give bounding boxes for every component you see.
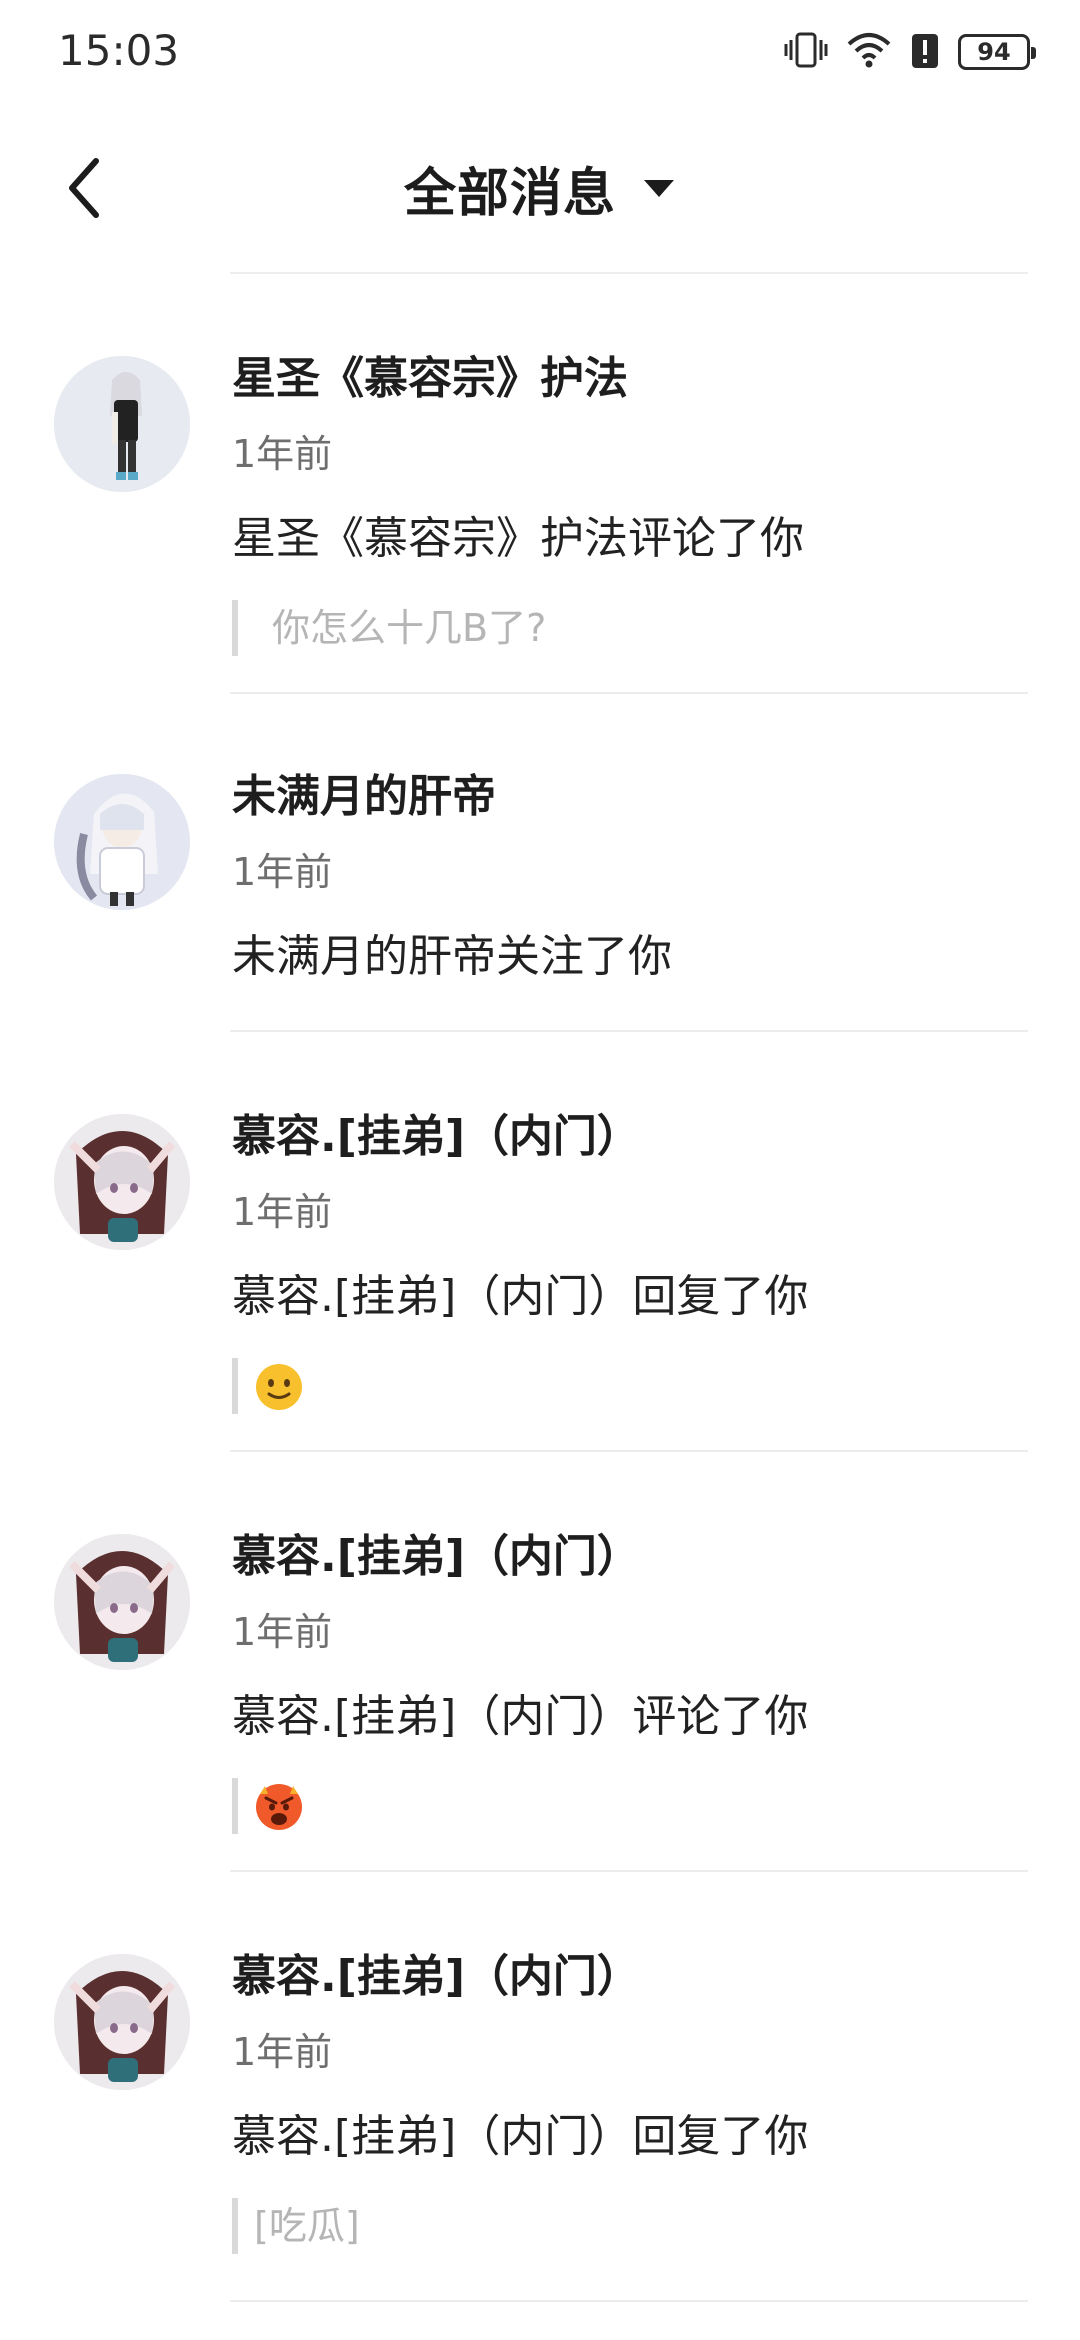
angry-face-emoji xyxy=(256,1783,302,1830)
message-item[interactable]: 未满月的肝帝 1年前 未满月的肝帝关注了你 xyxy=(0,694,1080,1032)
quoted-comment[interactable] xyxy=(232,1358,1028,1414)
message-time: 1年前 xyxy=(232,432,333,476)
page: 15:03 94 全部消息 星圣《慕容宗》护法 1年前 星圣《慕容宗》护法评论了… xyxy=(0,0,1080,2340)
quoted-comment[interactable]: 你怎么十几B了? xyxy=(232,600,1028,656)
battery-level: 94 xyxy=(977,38,1011,66)
battery-icon: 94 xyxy=(958,34,1036,70)
avatar[interactable] xyxy=(54,1954,190,2090)
divider xyxy=(230,2300,1028,2302)
avatar[interactable] xyxy=(54,774,190,910)
status-bar: 15:03 94 xyxy=(0,0,1080,104)
message-action: 慕容.[挂弟]（内门）评论了你 xyxy=(232,1691,809,1742)
message-time: 1年前 xyxy=(232,850,333,894)
message-item[interactable]: 慕容.[挂弟]（内门） 1年前 慕容.[挂弟]（内门）回复了你 [吃瓜] xyxy=(0,1872,1080,2302)
sender-name[interactable]: 慕容.[挂弟]（内门） xyxy=(232,1526,1028,1588)
status-time: 15:03 xyxy=(58,26,180,75)
sender-name[interactable]: 星圣《慕容宗》护法 xyxy=(232,348,1028,410)
message-time: 1年前 xyxy=(232,1190,333,1234)
sender-name[interactable]: 慕容.[挂弟]（内门） xyxy=(232,1946,1028,2008)
message-content: 慕容.[挂弟]（内门） 1年前 慕容.[挂弟]（内门）评论了你 xyxy=(232,1526,1028,1834)
caret-down-icon xyxy=(644,180,674,197)
message-content: 慕容.[挂弟]（内门） 1年前 慕容.[挂弟]（内门）回复了你 [吃瓜] xyxy=(232,1946,1028,2254)
header: 全部消息 xyxy=(0,112,1080,262)
sender-name[interactable]: 未满月的肝帝 xyxy=(232,766,1028,828)
page-title: 全部消息 xyxy=(403,163,616,224)
message-filter-dropdown[interactable]: 全部消息 xyxy=(0,152,1080,224)
message-action: 星圣《慕容宗》护法评论了你 xyxy=(232,513,804,564)
alert-icon xyxy=(910,30,940,74)
wifi-icon xyxy=(846,30,892,74)
message-content: 慕容.[挂弟]（内门） 1年前 慕容.[挂弟]（内门）回复了你 xyxy=(232,1106,1028,1414)
message-content: 星圣《慕容宗》护法 1年前 星圣《慕容宗》护法评论了你 你怎么十几B了? xyxy=(232,348,1028,656)
avatar[interactable] xyxy=(54,1114,190,1250)
slight-smile-emoji xyxy=(256,1363,302,1410)
message-item[interactable]: 慕容.[挂弟]（内门） 1年前 慕容.[挂弟]（内门）回复了你 xyxy=(0,1032,1080,1452)
avatar[interactable] xyxy=(54,356,190,492)
message-action: 慕容.[挂弟]（内门）回复了你 xyxy=(232,1271,809,1322)
quoted-comment[interactable] xyxy=(232,1778,1028,1834)
sender-name[interactable]: 慕容.[挂弟]（内门） xyxy=(232,1106,1028,1168)
message-time: 1年前 xyxy=(232,2030,333,2074)
status-icons: 94 xyxy=(784,30,1036,74)
message-action: 未满月的肝帝关注了你 xyxy=(232,931,672,982)
message-time: 1年前 xyxy=(232,1610,333,1654)
quoted-comment[interactable]: [吃瓜] xyxy=(232,2198,1028,2254)
message-list: 星圣《慕容宗》护法 1年前 星圣《慕容宗》护法评论了你 你怎么十几B了? 未满月… xyxy=(0,274,1080,2302)
avatar[interactable] xyxy=(54,1534,190,1670)
message-action: 慕容.[挂弟]（内门）回复了你 xyxy=(232,2111,809,2162)
message-content: 未满月的肝帝 1年前 未满月的肝帝关注了你 xyxy=(232,766,1028,988)
message-item[interactable]: 慕容.[挂弟]（内门） 1年前 慕容.[挂弟]（内门）评论了你 xyxy=(0,1452,1080,1872)
vibrate-icon xyxy=(784,30,828,74)
message-item[interactable]: 星圣《慕容宗》护法 1年前 星圣《慕容宗》护法评论了你 你怎么十几B了? xyxy=(0,274,1080,694)
